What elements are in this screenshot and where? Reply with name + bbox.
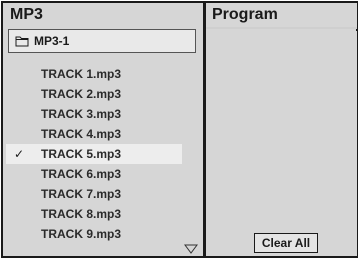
triangle-down-icon[interactable]: [184, 244, 198, 254]
track-item-5[interactable]: ✓ TRACK 5.mp3: [6, 144, 182, 164]
track-item-7[interactable]: TRACK 7.mp3: [3, 184, 203, 204]
folder-icon: [15, 36, 29, 47]
track-item-9[interactable]: TRACK 9.mp3: [3, 224, 203, 244]
mp3-panel-title: MP3: [10, 6, 43, 23]
track-label: TRACK 2.mp3: [41, 87, 122, 101]
track-item-1[interactable]: TRACK 1.mp3: [3, 64, 203, 84]
track-item-4[interactable]: TRACK 4.mp3: [3, 124, 203, 144]
track-list: TRACK 1.mp3 TRACK 2.mp3 TRACK 3.mp3 TRAC…: [3, 64, 203, 244]
checkmark-icon: ✓: [14, 147, 25, 161]
track-label: TRACK 1.mp3: [41, 67, 122, 81]
track-item-3[interactable]: TRACK 3.mp3: [3, 104, 203, 124]
mp3-browser-panel: MP3 MP3-1 TRACK 1.mp3 TRACK 2.mp3 TRACK …: [3, 3, 203, 256]
program-header: Program: [206, 3, 357, 29]
track-label: TRACK 5.mp3: [41, 147, 122, 161]
track-label: TRACK 4.mp3: [41, 127, 122, 141]
clear-all-button[interactable]: Clear All: [254, 233, 318, 253]
track-label: TRACK 8.mp3: [41, 207, 122, 221]
track-label: TRACK 3.mp3: [41, 107, 122, 121]
mp3-program-window: MP3 MP3-1 TRACK 1.mp3 TRACK 2.mp3 TRACK …: [1, 1, 358, 258]
track-item-6[interactable]: TRACK 6.mp3: [3, 164, 203, 184]
track-item-2[interactable]: TRACK 2.mp3: [3, 84, 203, 104]
program-panel-title: Program: [212, 6, 278, 23]
folder-row[interactable]: MP3-1: [8, 29, 196, 53]
track-item-8[interactable]: TRACK 8.mp3: [3, 204, 203, 224]
track-label: TRACK 7.mp3: [41, 187, 122, 201]
track-label: TRACK 6.mp3: [41, 167, 122, 181]
program-list: [206, 31, 357, 256]
track-label: TRACK 9.mp3: [41, 227, 122, 241]
program-panel: Program Clear All: [206, 3, 357, 256]
folder-label: MP3-1: [34, 34, 70, 48]
